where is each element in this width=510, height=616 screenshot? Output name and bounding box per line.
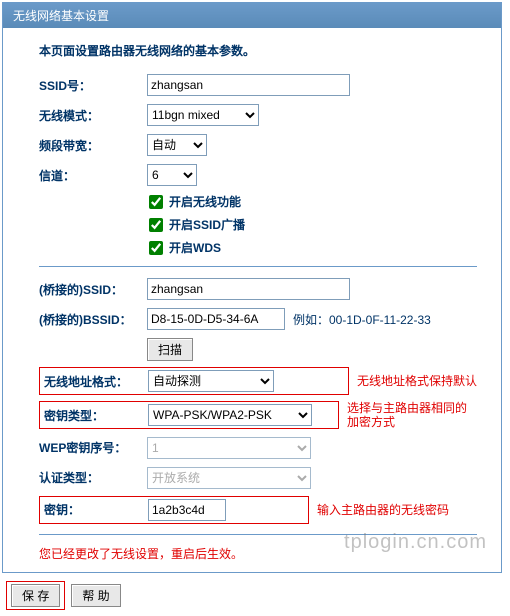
- bridge-ssid-input[interactable]: [147, 278, 350, 300]
- channel-select[interactable]: 6: [147, 164, 197, 186]
- divider: [39, 534, 477, 535]
- ssid-label: SSID号：: [39, 77, 147, 94]
- key-type-label: 密钥类型：: [44, 407, 148, 424]
- scan-button[interactable]: 扫描: [147, 338, 193, 361]
- enable-wireless-checkbox[interactable]: [149, 195, 163, 209]
- enable-wds-label: 开启WDS: [169, 239, 221, 256]
- key-label: 密钥：: [44, 501, 148, 518]
- bridge-ssid-label: (桥接的)SSID：: [39, 281, 147, 298]
- channel-label: 信道：: [39, 167, 147, 184]
- enable-wireless-label: 开启无线功能: [169, 193, 241, 210]
- wep-index-label: WEP密钥序号：: [39, 439, 147, 456]
- bridge-bssid-label: (桥接的)BSSID：: [39, 311, 147, 328]
- bandwidth-select[interactable]: 自动: [147, 134, 207, 156]
- addr-format-select[interactable]: 自动探测: [148, 370, 274, 392]
- key-input[interactable]: [148, 499, 226, 521]
- key-type-select[interactable]: WPA-PSK/WPA2-PSK: [148, 404, 312, 426]
- auth-type-label: 认证类型：: [39, 469, 147, 486]
- key-note: 输入主路由器的无线密码: [317, 503, 449, 517]
- change-notice: 您已经更改了无线设置，重启后生效。: [39, 545, 477, 562]
- page-description: 本页面设置路由器无线网络的基本参数。: [39, 42, 477, 59]
- mode-select[interactable]: 11bgn mixed: [147, 104, 259, 126]
- auth-type-select: 开放系统: [147, 467, 311, 489]
- enable-ssid-broadcast-checkbox[interactable]: [149, 218, 163, 232]
- bridge-bssid-input[interactable]: [147, 308, 285, 330]
- bssid-example: 例如：00-1D-0F-11-22-33: [293, 311, 431, 328]
- save-button[interactable]: 保 存: [11, 584, 60, 607]
- addr-format-note: 无线地址格式保持默认: [357, 374, 477, 388]
- help-button[interactable]: 帮 助: [71, 584, 120, 607]
- key-type-note: 选择与主路由器相同的加密方式: [347, 401, 477, 430]
- mode-label: 无线模式：: [39, 107, 147, 124]
- window-title: 无线网络基本设置: [3, 3, 501, 28]
- divider: [39, 266, 477, 267]
- enable-ssid-broadcast-label: 开启SSID广播: [169, 216, 245, 233]
- ssid-input[interactable]: [147, 74, 350, 96]
- enable-wds-checkbox[interactable]: [149, 241, 163, 255]
- bandwidth-label: 频段带宽：: [39, 137, 147, 154]
- wep-index-select: 1: [147, 437, 311, 459]
- addr-format-label: 无线地址格式：: [44, 373, 148, 390]
